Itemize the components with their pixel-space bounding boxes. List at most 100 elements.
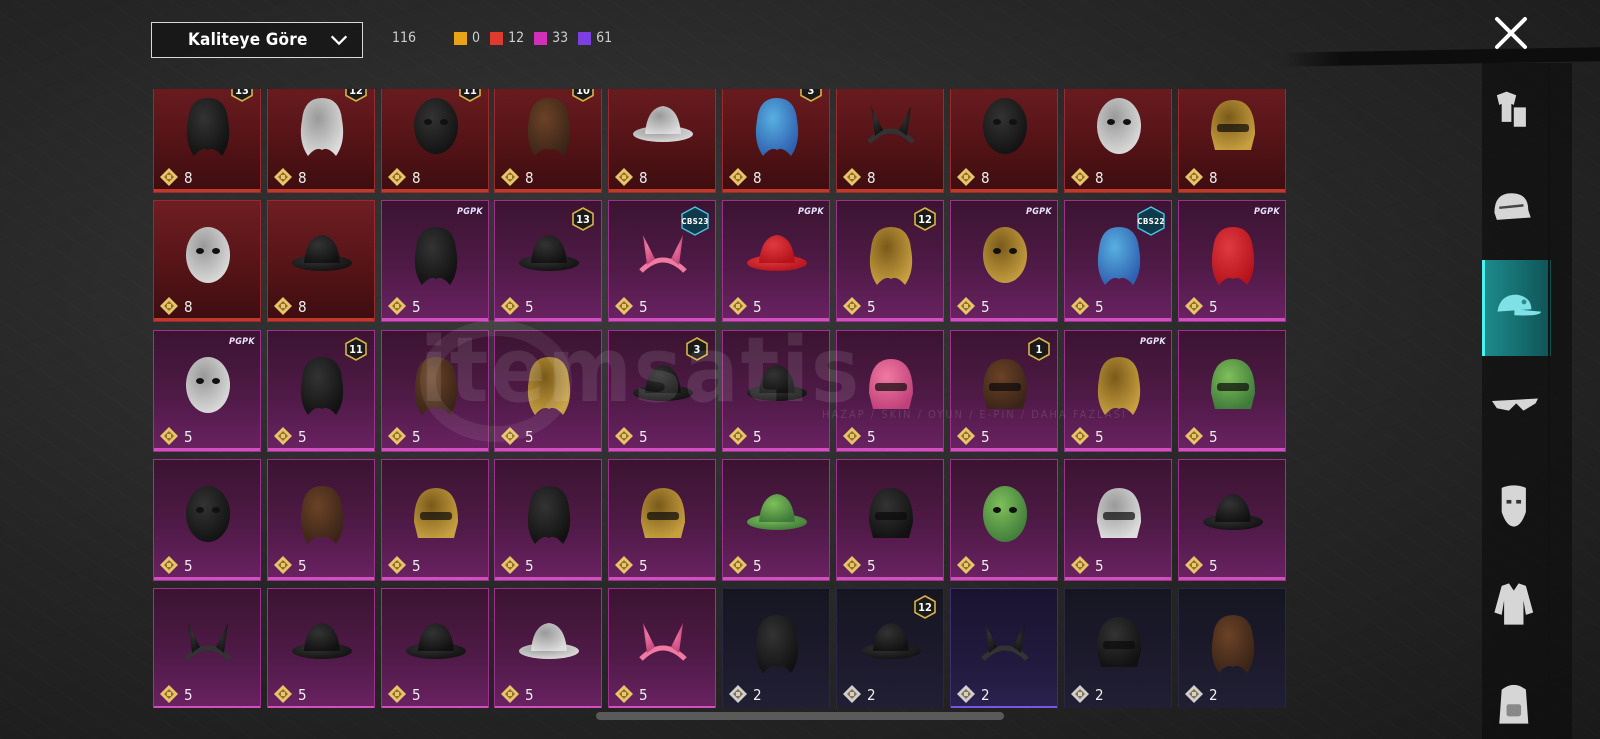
rarity-strip bbox=[154, 318, 260, 321]
inventory-item-card[interactable]: 5 bbox=[722, 330, 830, 452]
inventory-item-card[interactable]: 5 11 bbox=[267, 330, 375, 452]
level-badge-number: 11 bbox=[463, 89, 477, 97]
inventory-item-card[interactable]: 8 bbox=[267, 200, 375, 322]
inventory-item-card[interactable]: 83 bbox=[722, 89, 830, 193]
rarity-strip bbox=[1179, 577, 1285, 580]
rarity-strip bbox=[951, 706, 1057, 708]
category-tab-backpack[interactable] bbox=[1484, 672, 1546, 734]
headband-icon bbox=[184, 623, 232, 661]
inventory-item-card[interactable]: 5 bbox=[608, 459, 716, 581]
item-count: 5 bbox=[184, 686, 193, 704]
sidebar-scrollbar[interactable] bbox=[1548, 63, 1550, 739]
inventory-item-card[interactable]: 2 12 bbox=[836, 588, 944, 708]
inventory-item-card[interactable]: 8 bbox=[836, 89, 944, 193]
inventory-item-card[interactable]: 5 CBS23 bbox=[608, 200, 716, 322]
close-icon[interactable] bbox=[1492, 14, 1530, 52]
rarity-diamond-icon bbox=[1071, 556, 1089, 574]
inventory-item-card[interactable]: 5 bbox=[381, 588, 489, 708]
inventory-item-card[interactable]: 5 bbox=[494, 459, 602, 581]
inventory-item-card[interactable]: 5 PGPK bbox=[722, 200, 830, 322]
category-tab-outfit[interactable] bbox=[1484, 80, 1546, 142]
devil-horns-icon bbox=[981, 623, 1029, 661]
rarity-strip bbox=[951, 448, 1057, 451]
item-count: 8 bbox=[639, 169, 648, 187]
inventory-item-card[interactable]: 5 CBS22 bbox=[1064, 200, 1172, 322]
rarity-diamond-icon bbox=[843, 168, 861, 186]
inventory-item-card[interactable]: 8 bbox=[1178, 89, 1286, 193]
rarity-strip bbox=[154, 448, 260, 451]
rarity-strip bbox=[609, 318, 715, 321]
inventory-item-card[interactable]: 5 PGPK bbox=[153, 330, 261, 452]
inventory-item-card[interactable]: 51 bbox=[950, 330, 1058, 452]
inventory-item-card[interactable]: 5 bbox=[381, 330, 489, 452]
inventory-item-card[interactable]: 5 bbox=[1064, 459, 1172, 581]
item-count: 5 bbox=[412, 428, 421, 446]
inventory-item-card[interactable]: 5 12 bbox=[836, 200, 944, 322]
inventory-item-card[interactable]: 2 bbox=[1178, 588, 1286, 708]
inventory-item-card[interactable]: 5 bbox=[267, 459, 375, 581]
inventory-item-card[interactable]: 5 bbox=[381, 459, 489, 581]
inventory-item-card[interactable]: 5 PGPK bbox=[950, 200, 1058, 322]
rarity-diamond-icon bbox=[957, 168, 975, 186]
inventory-item-card[interactable]: 5 PGPK bbox=[1178, 200, 1286, 322]
inventory-item-card[interactable]: 5 bbox=[1178, 330, 1286, 452]
inventory-item-card[interactable]: 8 bbox=[608, 89, 716, 193]
inventory-item-card[interactable]: 5 PGPK bbox=[1064, 330, 1172, 452]
inventory-item-card[interactable]: 2 bbox=[1064, 588, 1172, 708]
rarity-strip bbox=[609, 577, 715, 580]
inventory-item-card[interactable]: 2 bbox=[950, 588, 1058, 708]
inventory-item-card[interactable]: 5 bbox=[836, 330, 944, 452]
item-count: 8 bbox=[867, 169, 876, 187]
category-tab-cap[interactable] bbox=[1482, 260, 1551, 356]
rarity-strip bbox=[723, 318, 829, 321]
rarity-diamond-icon bbox=[1071, 297, 1089, 315]
item-count: 5 bbox=[298, 557, 307, 575]
rarity-diamond-icon bbox=[501, 685, 519, 703]
frankenstein-mask-icon bbox=[983, 486, 1027, 542]
rarity-diamond-icon bbox=[843, 685, 861, 703]
inventory-item-card[interactable]: 2 bbox=[722, 588, 830, 708]
level-badge: 12 bbox=[913, 595, 937, 619]
rarity-diamond-icon bbox=[1185, 168, 1203, 186]
inventory-item-card[interactable]: 5 bbox=[267, 588, 375, 708]
inventory-item-card[interactable]: 5 bbox=[494, 588, 602, 708]
inventory-item-card[interactable]: 8 13 bbox=[153, 89, 261, 193]
inventory-item-card[interactable]: 8 bbox=[950, 89, 1058, 193]
inventory-item-card[interactable]: 8 bbox=[1064, 89, 1172, 193]
item-count: 5 bbox=[867, 298, 876, 316]
rarity-strip bbox=[382, 706, 488, 708]
inventory-item-card[interactable]: 8 12 bbox=[267, 89, 375, 193]
rarity-strip bbox=[723, 706, 829, 708]
rarity-diamond-icon bbox=[388, 556, 406, 574]
stat-legendary-value: 0 bbox=[472, 30, 481, 46]
category-tab-face-mask[interactable] bbox=[1484, 475, 1546, 537]
inventory-item-card[interactable]: 8 10 bbox=[494, 89, 602, 193]
inventory-item-card[interactable]: 5 bbox=[153, 588, 261, 708]
inventory-item-card[interactable]: 5 13 bbox=[494, 200, 602, 322]
category-tab-jacket[interactable] bbox=[1484, 573, 1546, 635]
inventory-item-card[interactable]: 5 bbox=[950, 459, 1058, 581]
item-grid[interactable]: 8 13 8 12 8 11 8 10 8 8 3 8 8 8 8 8 8 5 PGPK 5 13 5 CBS23 5 PGPK… bbox=[153, 89, 1313, 708]
inventory-item-card[interactable]: 53 bbox=[608, 330, 716, 452]
inventory-item-card[interactable]: 5 bbox=[494, 330, 602, 452]
inventory-item-card[interactable]: 5 bbox=[153, 459, 261, 581]
sort-dropdown[interactable]: Kaliteye Göre bbox=[151, 22, 363, 58]
event-tag: PGPK bbox=[457, 207, 483, 217]
inventory-item-card[interactable]: 8 11 bbox=[381, 89, 489, 193]
inventory-item-card[interactable]: 5 bbox=[836, 459, 944, 581]
total-count: 116 bbox=[392, 30, 417, 46]
stat-rare-value: 61 bbox=[596, 30, 613, 46]
rarity-diamond-icon bbox=[160, 297, 178, 315]
level-badge: 12 bbox=[344, 89, 368, 102]
inventory-item-card[interactable]: 8 bbox=[153, 200, 261, 322]
inventory-item-card[interactable]: 5 PGPK bbox=[381, 200, 489, 322]
inventory-item-card[interactable]: 5 bbox=[722, 459, 830, 581]
category-tab-helmet[interactable] bbox=[1484, 178, 1546, 240]
inventory-item-card[interactable]: 5 bbox=[608, 588, 716, 708]
category-tab-sunglasses[interactable] bbox=[1484, 376, 1546, 438]
rarity-strip bbox=[1179, 318, 1285, 321]
horizontal-scrollbar[interactable] bbox=[596, 712, 1004, 720]
inventory-item-card[interactable]: 5 bbox=[1178, 459, 1286, 581]
rarity-diamond-icon bbox=[843, 297, 861, 315]
rarity-strip bbox=[1179, 706, 1285, 708]
